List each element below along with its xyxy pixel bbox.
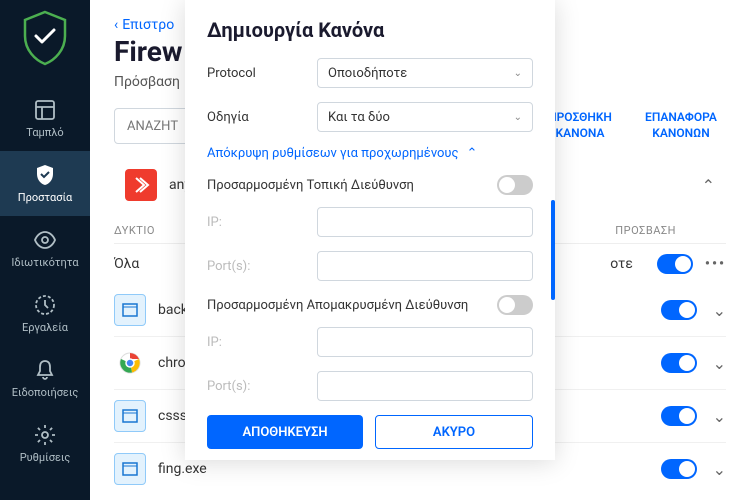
app-icon [125,169,157,201]
nav-label: Ταμπλό [26,126,63,139]
more-icon[interactable]: ••• [705,256,726,272]
chevron-down-icon: ⌄ [514,112,522,123]
reset-rules-link[interactable]: ΕΠΑΝΑΦΟΡΑ ΚΑΝΟΝΩΝ [636,110,726,141]
ports-label: Port(s): [207,379,317,394]
chevron-left-icon: ‹ [114,17,118,33]
anydesk-icon [132,176,150,194]
local-address-toggle[interactable] [497,175,533,195]
scrollbar[interactable] [551,200,555,300]
nav-dashboard[interactable]: Ταμπλό [0,86,90,151]
access-toggle[interactable] [661,353,697,373]
nav-label: Προστασία [18,191,73,204]
tools-icon [33,293,57,317]
access-toggle[interactable] [661,300,697,320]
app-icon [114,400,146,432]
chevron-up-icon[interactable]: ⌃ [702,176,715,195]
remote-address-toggle[interactable] [497,295,533,315]
window-icon [122,408,138,424]
bell-icon [33,358,57,382]
access-toggle[interactable] [661,459,697,479]
app-name: fing.exe [158,461,661,477]
chrome-icon [118,351,142,375]
nav-label: Εργαλεία [22,321,68,334]
local-ip-row: IP: [207,207,533,237]
ip-label: IP: [207,215,317,230]
th-access: ΠΡΟΣΒΑΣΗ [615,224,676,237]
local-ports-input[interactable] [317,251,533,281]
modal-buttons: ΑΠΟΘΗΚΕΥΣΗ ΑΚΥΡΟ [207,415,533,449]
nav-notifications[interactable]: Ειδοποιήσεις [0,346,90,411]
search-input[interactable] [114,108,194,144]
remote-address-label: Προσαρμοσμένη Απομακρυσμένη Διεύθυνση [207,298,468,313]
modal-title: Δημιουργία Κανόνα [207,18,533,42]
cancel-button[interactable]: ΑΚΥΡΟ [375,415,533,449]
window-icon [122,461,138,477]
app-icon [114,294,146,326]
nav-privacy[interactable]: Ιδιωτικότητα [0,216,90,281]
chevron-down-icon[interactable]: ⌄ [713,301,726,320]
local-address-label: Προσαρμοσμένη Τοπική Διεύθυνση [207,178,414,193]
chevron-up-icon: ⌃ [467,146,478,161]
nav-label: Ιδιωτικότητα [11,256,78,269]
local-ports-row: Port(s): [207,251,533,281]
app-icon [114,347,146,379]
nav-protection[interactable]: Προστασία [0,151,90,216]
filter-network[interactable]: Όλα [114,256,194,272]
window-icon [122,302,138,318]
gear-icon [33,423,57,447]
nav-label: Ειδοποιήσεις [12,386,79,399]
save-button[interactable]: ΑΠΟΘΗΚΕΥΣΗ [207,415,363,449]
dashboard-icon [33,98,57,122]
filter-any: οτε [610,256,633,272]
remote-ip-row: IP: [207,327,533,357]
eye-icon [33,228,57,252]
access-toggle[interactable] [657,254,693,274]
advanced-label: Απόκρυψη ρυθμίσεων για προχωρημένους [207,146,459,161]
shield-icon [33,163,57,187]
protocol-select[interactable]: Οποιοδήποτε ⌄ [317,58,533,88]
remote-ports-row: Port(s): [207,371,533,401]
direction-row: Οδηγία Και τα δύο ⌄ [207,102,533,132]
protocol-value: Οποιοδήποτε [328,66,407,81]
app-shield-logo [21,10,69,66]
access-toggle[interactable] [661,406,697,426]
sidebar: Ταμπλό Προστασία Ιδιωτικότητα Εργαλεία Ε… [0,0,90,500]
chevron-down-icon[interactable]: ⌄ [713,354,726,373]
ip-label: IP: [207,335,317,350]
protocol-row: Protocol Οποιοδήποτε ⌄ [207,58,533,88]
create-rule-modal: Δημιουργία Κανόνα Protocol Οποιοδήποτε ⌄… [185,0,555,460]
chevron-down-icon[interactable]: ⌄ [713,460,726,479]
chevron-down-icon[interactable]: ⌄ [713,407,726,426]
direction-value: Και τα δύο [328,110,390,125]
local-ip-input[interactable] [317,207,533,237]
th-network: ΔΥΚΤΙΟ [114,224,194,237]
remote-address-row: Προσαρμοσμένη Απομακρυσμένη Διεύθυνση [207,295,533,315]
nav-settings[interactable]: Ρυθμίσεις [0,411,90,476]
protocol-label: Protocol [207,66,317,81]
nav-label: Ρυθμίσεις [20,451,71,464]
remote-ports-input[interactable] [317,371,533,401]
back-link[interactable]: ‹ Επιστρο [114,17,174,33]
back-text: Επιστρο [122,17,174,33]
direction-select[interactable]: Και τα δύο ⌄ [317,102,533,132]
chevron-down-icon: ⌄ [514,68,522,79]
direction-label: Οδηγία [207,110,317,125]
app-icon [114,453,146,485]
remote-ip-input[interactable] [317,327,533,357]
advanced-toggle-link[interactable]: Απόκρυψη ρυθμίσεων για προχωρημένους ⌃ [207,146,533,161]
ports-label: Port(s): [207,259,317,274]
local-address-row: Προσαρμοσμένη Τοπική Διεύθυνση [207,175,533,195]
nav-tools[interactable]: Εργαλεία [0,281,90,346]
